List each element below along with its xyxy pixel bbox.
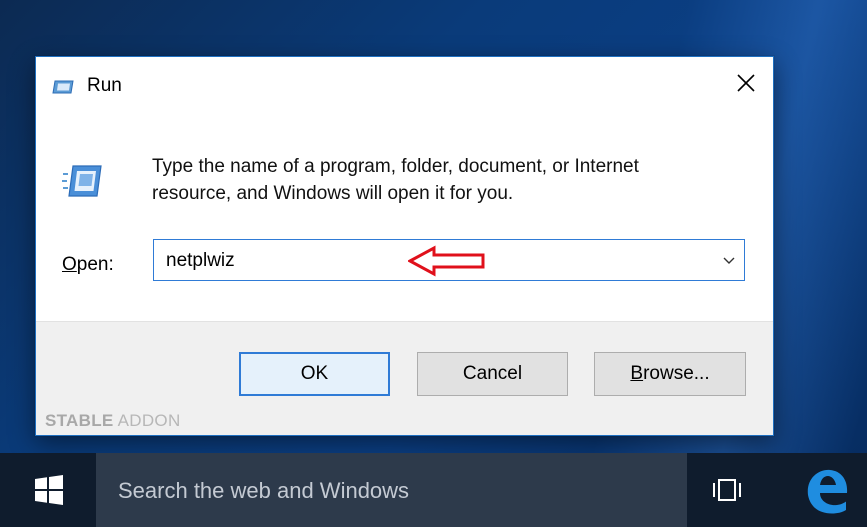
open-input-value[interactable]: netplwiz [166,250,235,272]
watermark-bold: STABLE [45,411,114,430]
open-label-text: pen: [76,254,114,275]
description-line-2: resource, and Windows will open it for y… [152,183,514,204]
browse-label: rowse... [643,363,710,384]
watermark-text: STABLE ADDON [45,411,181,431]
edge-browser-icon[interactable] [802,465,850,515]
taskbar-search-box[interactable]: Search the web and Windows [96,453,687,527]
dialog-title: Run [87,75,122,96]
close-button[interactable] [719,57,773,109]
run-program-icon [62,165,102,197]
cancel-button[interactable]: Cancel [417,352,568,396]
windows-logo-icon[interactable] [32,473,66,507]
close-icon [737,74,755,92]
task-view-icon[interactable] [712,477,742,503]
ok-button[interactable]: OK [239,352,390,396]
search-placeholder: Search the web and Windows [118,478,410,503]
run-dialog: Run Type the name of a program, folder, … [35,56,774,436]
browse-button[interactable]: Browse... [594,352,746,396]
open-label: Open: [62,254,114,276]
open-label-accelerator: O [62,254,77,275]
annotation-arrow-icon [408,245,485,277]
description-line-1: Type the name of a program, folder, docu… [152,156,639,177]
browse-accelerator: B [630,363,644,384]
dialog-description: Type the name of a program, folder, docu… [152,153,752,207]
watermark-rest: ADDON [113,411,181,430]
taskbar: Search the web and Windows [0,453,867,527]
run-icon [52,80,74,94]
chevron-down-icon[interactable] [720,250,738,270]
title-bar: Run [36,57,773,113]
